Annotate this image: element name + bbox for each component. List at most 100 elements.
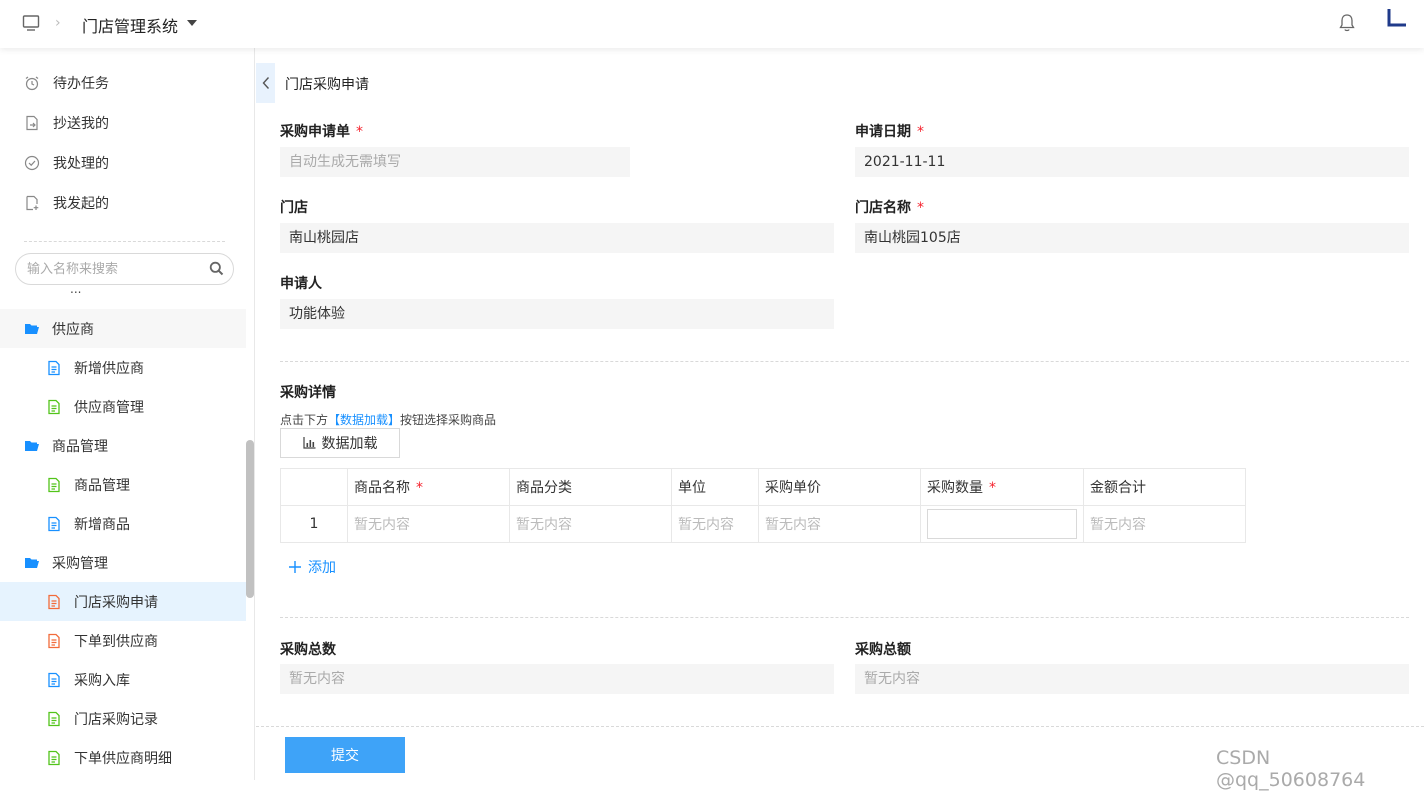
document-icon — [48, 360, 60, 375]
column-label: 商品名称 — [354, 480, 410, 496]
quantity-input[interactable] — [927, 509, 1077, 539]
order-no-label-text: 采购申请单 — [280, 124, 350, 140]
details-hint: 点击下方【数据加载】按钮选择采购商品 — [280, 411, 496, 428]
details-table: 商品名称 * 商品分类 单位 采购单价 采购数量 * 金额合计 1 暂无内容 暂无内… — [280, 468, 1246, 543]
sidebar-search-input[interactable] — [15, 253, 234, 285]
details-section-title: 采购详情 — [280, 385, 336, 401]
sidebar-tree-item[interactable]: 供应商管理 — [0, 387, 246, 426]
tree-item-label: 门店采购申请 — [74, 594, 158, 611]
tree-item-label: 新增供应商 — [74, 360, 144, 377]
sidebar: 待办任务 抄送我的 我处理的 我发起的 ... 供应商新增供应商供应商管理商品管… — [0, 48, 255, 780]
tree-item-label: 门店采购记录 — [74, 711, 158, 728]
sidebar-tree-item[interactable]: 下单供应商明细 — [0, 738, 246, 777]
sidebar-tree-item[interactable]: 新增商品 — [0, 504, 246, 543]
add-row-button[interactable]: 添加 — [288, 557, 336, 577]
tree-item-label: 商品管理 — [74, 477, 130, 494]
sidebar-tree-item[interactable]: 门店采购申请 — [0, 582, 246, 621]
tree-item-label: 采购管理 — [52, 555, 108, 572]
tree-item-label: 商品管理 — [52, 438, 108, 455]
sidebar-tree-item[interactable]: 商品管理 — [0, 465, 246, 504]
table-header-category: 商品分类 — [509, 468, 672, 506]
tree-item-label: 下单到供应商 — [74, 633, 158, 650]
sidebar-tree-item[interactable]: 下单到供应商 — [0, 621, 246, 660]
sidebar-item-todo[interactable]: 待办任务 — [24, 73, 109, 93]
order-no-label: 采购申请单 * — [280, 121, 363, 141]
order-no-field[interactable]: 自动生成无需填写 — [280, 147, 630, 177]
search-icon[interactable] — [209, 261, 224, 276]
top-bar: › 门店管理系统 — [0, 0, 1424, 48]
required-mark: * — [989, 480, 996, 496]
cell-unit: 暂无内容 — [671, 505, 759, 543]
caret-down-icon[interactable] — [187, 20, 197, 26]
cell-name: 暂无内容 — [347, 505, 510, 543]
document-icon — [48, 594, 60, 609]
folder-open-icon — [25, 440, 39, 451]
cell-category: 暂无内容 — [509, 505, 672, 543]
sidebar-folder[interactable]: 商品管理 — [0, 426, 246, 465]
applicant-field[interactable]: 功能体验 — [280, 299, 834, 329]
total-qty-label: 采购总数 — [280, 642, 336, 658]
cell-price: 暂无内容 — [758, 505, 921, 543]
table-header-qty: 采购数量 * — [920, 468, 1084, 506]
sidebar-tree-item[interactable]: 门店采购记录 — [0, 699, 246, 738]
submit-button[interactable]: 提交 — [285, 737, 405, 773]
tree-item-label: 新增商品 — [74, 516, 130, 533]
load-data-label: 数据加载 — [321, 436, 378, 452]
plus-icon — [289, 561, 301, 573]
document-icon — [48, 633, 60, 648]
collapse-sidebar-button[interactable] — [256, 63, 275, 103]
sidebar-tree-item[interactable]: 采购入库 — [0, 660, 246, 699]
total-qty-field[interactable]: 暂无内容 — [280, 664, 834, 694]
app-name[interactable]: 门店管理系统 — [82, 13, 178, 37]
hint-prefix: 点击下方 — [280, 413, 329, 427]
sidebar-item-label: 我发起的 — [53, 196, 109, 212]
table-header-price: 采购单价 — [758, 468, 921, 506]
cell-total: 暂无内容 — [1083, 505, 1246, 543]
document-icon — [48, 399, 60, 414]
column-label: 采购数量 — [927, 480, 983, 496]
hint-suffix: 按钮选择采购商品 — [400, 413, 497, 427]
document-icon — [48, 711, 60, 726]
document-icon — [48, 516, 60, 531]
store-label: 门店 — [280, 200, 308, 216]
store-field[interactable]: 南山桃园店 — [280, 223, 834, 253]
table-row: 1 暂无内容 暂无内容 暂无内容 暂无内容 暂无内容 — [280, 505, 1246, 543]
section-divider — [280, 617, 1409, 618]
sidebar-item-cc[interactable]: 抄送我的 — [24, 113, 109, 133]
sidebar-folder[interactable]: 采购管理 — [0, 543, 246, 582]
folder-open-icon — [25, 323, 39, 334]
tree-item-label: 下单供应商明细 — [74, 750, 172, 767]
store-name-field[interactable]: 南山桃园105店 — [855, 223, 1409, 253]
folder-open-icon — [25, 557, 39, 568]
sidebar-item-initiated[interactable]: 我发起的 — [24, 193, 109, 213]
sidebar-item-label: 我处理的 — [53, 156, 109, 172]
apply-date-label: 申请日期 * — [855, 121, 924, 141]
document-forward-icon — [26, 115, 38, 131]
main-content: 门店采购申请 采购申请单 * 自动生成无需填写 申请日期 * 2021-11-11 … — [256, 48, 1424, 780]
footer-divider — [256, 726, 1424, 727]
table-header-name: 商品名称 * — [347, 468, 510, 506]
required-mark: * — [356, 124, 363, 140]
total-amount-field[interactable]: 暂无内容 — [855, 664, 1409, 694]
sidebar-folder[interactable]: 供应商 — [0, 309, 246, 348]
bell-icon[interactable] — [1338, 13, 1356, 33]
alarm-clock-icon — [25, 76, 39, 91]
sidebar-tree-item[interactable]: 新增供应商 — [0, 348, 246, 387]
clipped-item: ... — [70, 288, 130, 294]
add-row-label: 添加 — [308, 560, 336, 576]
load-data-button[interactable]: 数据加载 — [280, 428, 400, 458]
sidebar-scrollbar[interactable] — [246, 440, 254, 598]
sidebar-item-processed[interactable]: 我处理的 — [24, 153, 109, 173]
watermark: CSDN @qq_50608764 — [1216, 747, 1366, 791]
sidebar-item-label: 抄送我的 — [53, 116, 109, 132]
monitor-icon[interactable] — [22, 14, 40, 32]
cell-qty — [920, 505, 1084, 543]
store-name-label-text: 门店名称 — [855, 200, 911, 216]
table-header-index — [280, 468, 348, 506]
tree-item-label: 供应商管理 — [74, 399, 144, 416]
brand-logo — [1387, 9, 1406, 27]
required-mark: * — [917, 200, 924, 216]
hint-link[interactable]: 【数据加载】 — [328, 413, 400, 427]
document-add-icon — [26, 195, 39, 211]
apply-date-field[interactable]: 2021-11-11 — [855, 147, 1409, 177]
